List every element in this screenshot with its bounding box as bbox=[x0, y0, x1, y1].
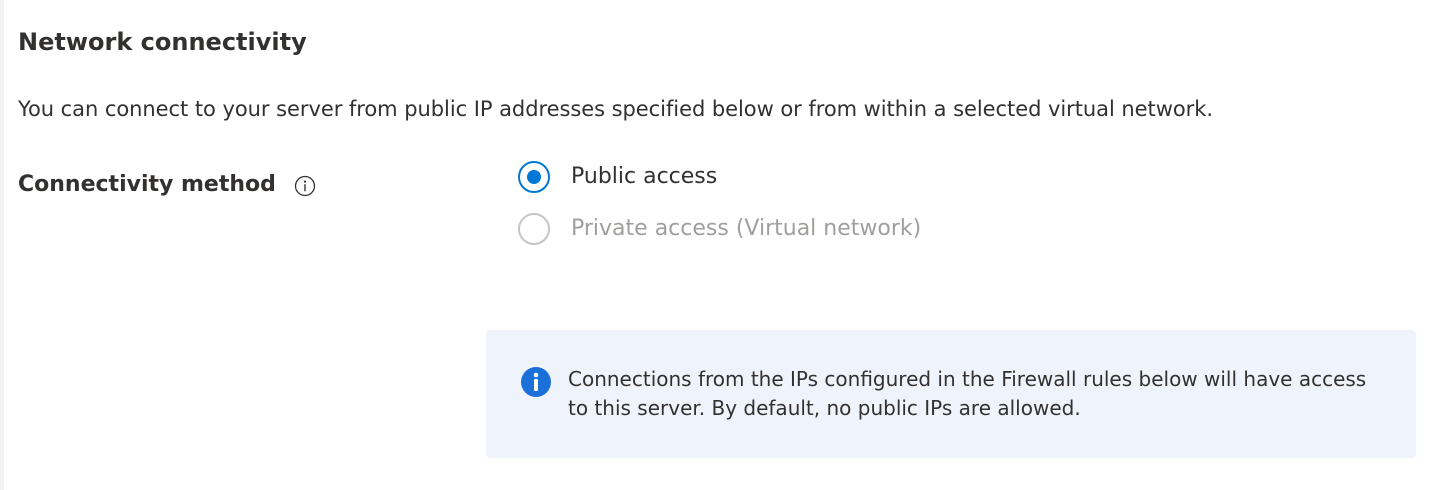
radio-label-private-access: Private access (Virtual network) bbox=[571, 216, 922, 241]
radio-selected-dot bbox=[527, 170, 541, 184]
info-circle-icon[interactable] bbox=[294, 174, 316, 197]
left-edge-strip bbox=[0, 0, 4, 490]
info-message-bar: Connections from the IPs configured in t… bbox=[486, 330, 1416, 458]
connectivity-method-label-text: Connectivity method bbox=[18, 172, 276, 197]
connectivity-method-label: Connectivity method bbox=[18, 168, 316, 202]
section-title: Network connectivity bbox=[18, 28, 307, 56]
info-message-text: Connections from the IPs configured in t… bbox=[568, 367, 1367, 420]
radio-option-private-access[interactable]: Private access (Virtual network) bbox=[518, 210, 921, 248]
radio-button-private-access[interactable] bbox=[518, 213, 550, 245]
radio-option-public-access[interactable]: Public access bbox=[518, 158, 921, 196]
connectivity-method-radio-group: Public access Private access (Virtual ne… bbox=[518, 158, 921, 262]
info-filled-icon bbox=[520, 366, 552, 398]
section-description: You can connect to your server from publ… bbox=[18, 97, 1213, 121]
radio-button-public-access[interactable] bbox=[518, 161, 550, 193]
radio-label-public-access: Public access bbox=[571, 164, 718, 189]
